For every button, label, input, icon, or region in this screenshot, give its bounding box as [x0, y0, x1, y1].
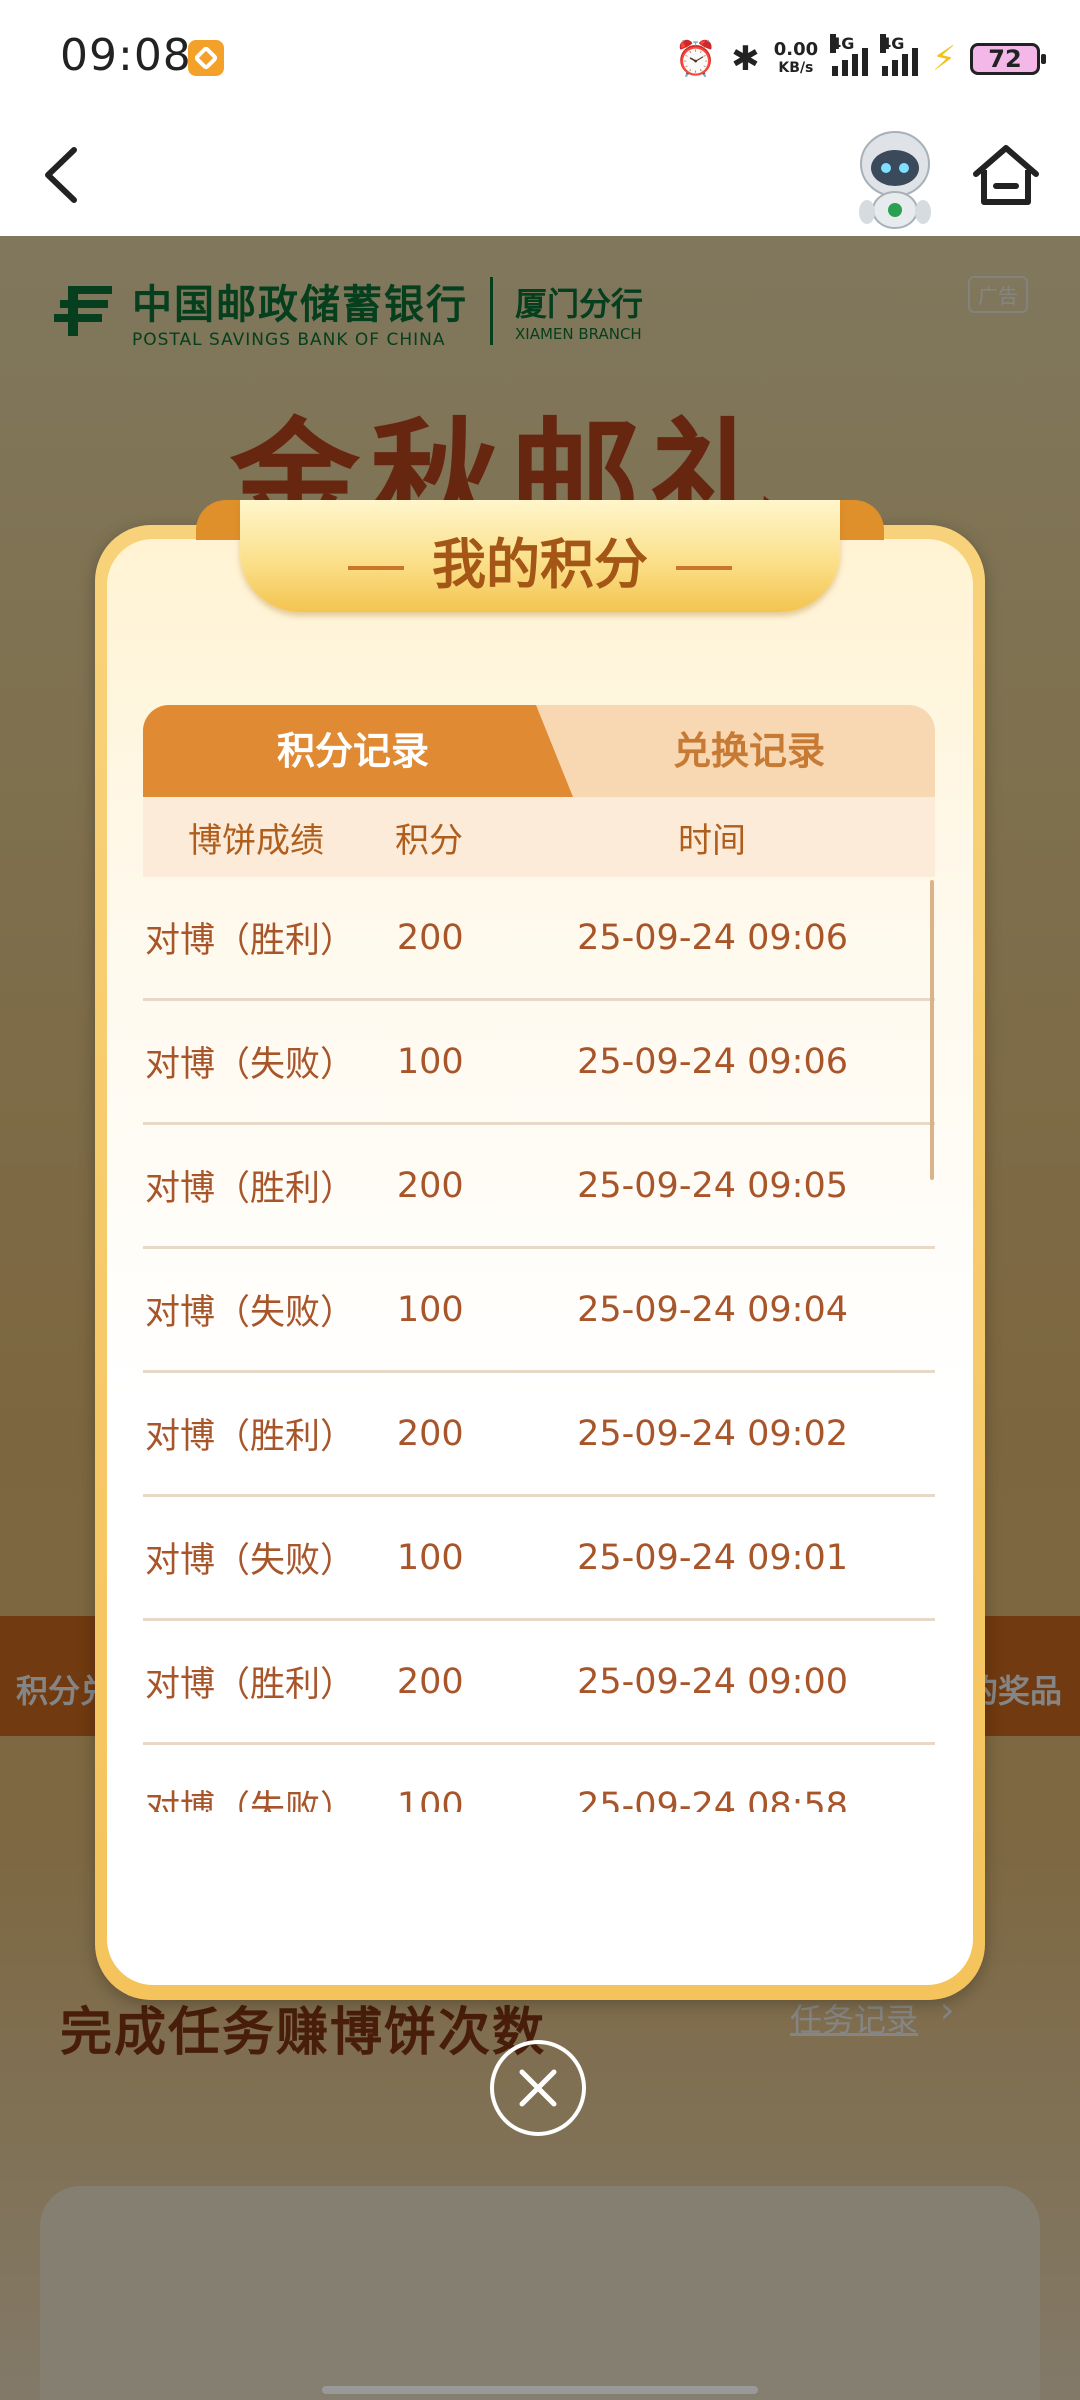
- status-time: 09:08: [60, 30, 192, 81]
- table-row: 对博（失败） 100 25-09-24 09:04: [143, 1249, 935, 1373]
- tab-exchange-record[interactable]: 兑换记录: [563, 705, 935, 797]
- modal-title: 我的积分: [240, 520, 840, 599]
- table-header: 博饼成绩 积分 时间: [143, 797, 935, 877]
- column-header-points: 积分: [395, 820, 463, 861]
- column-header-result: 博饼成绩: [188, 820, 324, 861]
- record-tabs: 积分记录 兑换记录: [143, 705, 935, 797]
- table-row: 对博（失败） 100 25-09-24 08:58: [143, 1745, 935, 1813]
- close-icon: [519, 2069, 557, 2107]
- bluetooth-icon: ✱: [731, 39, 760, 79]
- home-icon[interactable]: [970, 140, 1042, 212]
- status-bar: 09:08 ⏰ ✱ 0.00 KB/s 4G 4G ⚡ 72: [0, 0, 1080, 118]
- table-row: 对博（胜利） 200 25-09-24 09:00: [143, 1621, 935, 1745]
- points-record-list[interactable]: 对博（胜利） 200 25-09-24 09:06 对博（失败） 100 25-09-2…: [143, 877, 935, 1812]
- nav-bar: [0, 118, 1080, 236]
- back-arrow-icon[interactable]: [30, 140, 100, 210]
- notification-app-icon: [188, 40, 224, 76]
- network-speed: 0.00 KB/s: [773, 39, 819, 77]
- tab-points-record[interactable]: 积分记录: [143, 705, 563, 797]
- table-row: 对博（胜利） 200 25-09-24 09:05: [143, 1125, 935, 1249]
- signal-icon-1: 4G: [830, 34, 869, 76]
- signal-icon-2: 4G: [880, 34, 919, 76]
- table-row: 对博（胜利） 200 25-09-24 09:02: [143, 1373, 935, 1497]
- column-header-time: 时间: [678, 820, 746, 861]
- table-row: 对博（胜利） 200 25-09-24 09:06: [143, 877, 935, 1001]
- table-row: 对博（失败） 100 25-09-24 09:06: [143, 1001, 935, 1125]
- alarm-icon: ⏰: [674, 39, 718, 79]
- status-icons: ⏰ ✱ 0.00 KB/s 4G 4G ⚡ 72: [674, 34, 1046, 84]
- robot-assistant-icon[interactable]: [845, 124, 945, 234]
- list-scrollbar[interactable]: [930, 880, 934, 1180]
- battery-indicator: 72: [970, 43, 1046, 75]
- table-row: 对博（失败） 100 25-09-24 09:01: [143, 1497, 935, 1621]
- charging-icon: ⚡: [932, 39, 956, 79]
- close-modal-button[interactable]: [490, 2040, 586, 2136]
- gesture-home-bar[interactable]: [322, 2386, 758, 2394]
